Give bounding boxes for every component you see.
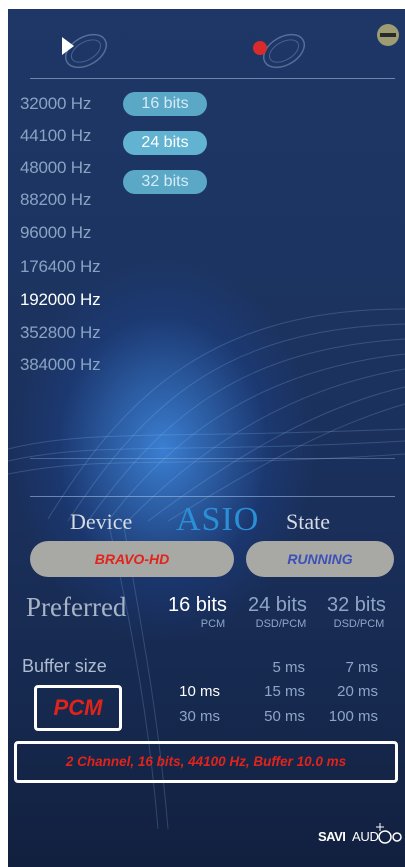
sample-rate-item[interactable]: 96000 Hz: [20, 223, 91, 243]
mode-indicator: PCM: [34, 685, 122, 731]
divider-top: [30, 78, 395, 79]
record-icon: [253, 33, 306, 69]
brand-logo: SAVI AUD: [318, 817, 404, 847]
sample-rate-item[interactable]: 176400 Hz: [20, 257, 101, 277]
device-name-button[interactable]: BRAVO-HD: [30, 541, 234, 577]
device-label: Device: [70, 509, 133, 534]
bit-depth-pill[interactable]: 32 bits: [123, 170, 207, 194]
svg-text:AUD: AUD: [352, 829, 379, 844]
sample-rate-item[interactable]: 384000 Hz: [20, 355, 101, 375]
preferred-option-sub: DSD/PCM: [255, 618, 307, 630]
asio-label: ASIO: [176, 501, 260, 538]
buffer-option[interactable]: 15 ms: [245, 683, 305, 700]
sample-rate-item[interactable]: 48000 Hz: [20, 158, 91, 178]
state-button[interactable]: RUNNING: [246, 541, 394, 577]
brand-logo-graphic: SAVI AUD: [318, 823, 402, 844]
buffer-option[interactable]: 5 ms: [245, 659, 305, 676]
buffer-option[interactable]: 100 ms: [318, 708, 378, 725]
preferred-option-sub: PCM: [200, 618, 226, 630]
preferred-option[interactable]: 24 bits: [248, 594, 307, 617]
sample-rate-item[interactable]: 44100 Hz: [20, 126, 91, 146]
play-icon: [62, 33, 108, 69]
preferred-option-sub: DSD/PCM: [333, 618, 385, 630]
divider-device: [30, 496, 395, 497]
buffer-size-label: Buffer size: [22, 656, 107, 676]
sample-rate-item-selected[interactable]: 192000 Hz: [20, 290, 101, 310]
preferred-option-selected[interactable]: 16 bits: [168, 594, 227, 617]
buffer-option[interactable]: 30 ms: [160, 708, 220, 725]
status-line: 2 Channel, 16 bits, 44100 Hz, Buffer 10.…: [14, 741, 398, 783]
sample-rate-item[interactable]: 352800 Hz: [20, 323, 101, 343]
buffer-option[interactable]: 20 ms: [318, 683, 378, 700]
buffer-option-selected[interactable]: 10 ms: [160, 683, 220, 700]
preferred-label: Preferred: [26, 592, 127, 622]
svg-text:SAVI: SAVI: [318, 829, 345, 844]
state-label: State: [286, 509, 330, 534]
bit-depth-pill-selected[interactable]: 24 bits: [123, 131, 207, 155]
divider-mid: [30, 458, 395, 459]
sample-rate-item[interactable]: 32000 Hz: [20, 94, 91, 114]
sample-rate-item[interactable]: 88200 Hz: [20, 190, 91, 210]
minimize-button[interactable]: [376, 23, 400, 47]
app-panel: 32000 Hz 44100 Hz 48000 Hz 88200 Hz 9600…: [8, 9, 405, 867]
record-button[interactable]: [248, 31, 312, 71]
preferred-option[interactable]: 32 bits: [327, 594, 386, 617]
buffer-option[interactable]: 50 ms: [245, 708, 305, 725]
minimize-icon: [377, 24, 399, 46]
bit-depth-pill[interactable]: 16 bits: [123, 92, 207, 116]
play-button[interactable]: [52, 31, 114, 71]
buffer-option[interactable]: 7 ms: [318, 659, 378, 676]
